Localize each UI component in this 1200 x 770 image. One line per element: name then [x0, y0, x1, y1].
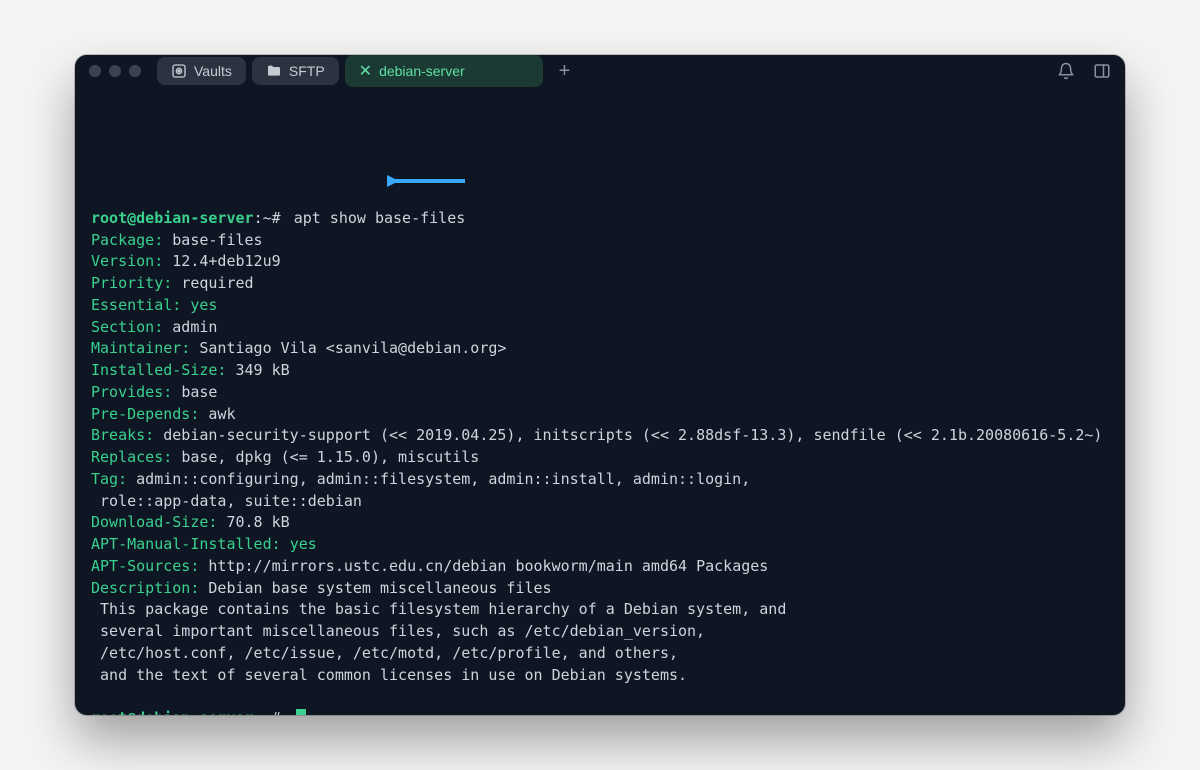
- output-line: Version: 12.4+deb12u9: [91, 251, 1109, 273]
- traffic-light-max[interactable]: [129, 65, 141, 77]
- traffic-light-min[interactable]: [109, 65, 121, 77]
- prompt-line: root@debian-server:~#: [91, 708, 1109, 715]
- tab-label: SFTP: [289, 63, 325, 79]
- tab-label: debian-server: [379, 63, 465, 79]
- command-line: root@debian-server:~# apt show base-file…: [91, 208, 1109, 230]
- add-tab-button[interactable]: +: [549, 56, 581, 87]
- output-line: Essential: yes: [91, 295, 1109, 317]
- cursor: [296, 709, 306, 715]
- vault-icon: [171, 63, 187, 79]
- tab-vaults[interactable]: Vaults: [157, 57, 246, 85]
- output-line: Download-Size: 70.8 kB: [91, 512, 1109, 534]
- terminal-body[interactable]: root@debian-server:~# apt show base-file…: [75, 87, 1125, 715]
- output-line: Breaks: debian-security-support (<< 2019…: [91, 425, 1109, 447]
- window-controls[interactable]: [89, 65, 141, 77]
- bell-icon[interactable]: [1057, 62, 1075, 80]
- prompt-user: root@debian-server: [91, 209, 254, 227]
- close-icon[interactable]: ✕: [359, 61, 372, 81]
- tab-label: Vaults: [194, 63, 232, 79]
- terminal-window: Vaults SFTP ✕ debian-server +: [75, 55, 1125, 715]
- output-line: Installed-Size: 349 kB: [91, 360, 1109, 382]
- blank-line: [91, 686, 1109, 708]
- tab-sftp[interactable]: SFTP: [252, 57, 339, 85]
- output-line: Provides: base: [91, 382, 1109, 404]
- tab-debian-server[interactable]: ✕ debian-server: [345, 55, 543, 87]
- output-line: Package: base-files: [91, 230, 1109, 252]
- output-line: Section: admin: [91, 317, 1109, 339]
- output-line: APT-Manual-Installed: yes: [91, 534, 1109, 556]
- description-line: and the text of several common licenses …: [91, 665, 1109, 687]
- output-line: Priority: required: [91, 273, 1109, 295]
- prompt-path: ~: [263, 709, 272, 715]
- description-line: several important miscellaneous files, s…: [91, 621, 1109, 643]
- output-line: Tag: admin::configuring, admin::filesyst…: [91, 469, 1109, 513]
- output-line: Pre-Depends: awk: [91, 404, 1109, 426]
- prompt-sep: :: [254, 209, 263, 227]
- traffic-light-close[interactable]: [89, 65, 101, 77]
- output-line: Replaces: base, dpkg (<= 1.15.0), miscut…: [91, 447, 1109, 469]
- prompt-user: root@debian-server: [91, 709, 254, 715]
- prompt-symbol: #: [272, 709, 281, 715]
- output-line: APT-Sources: http://mirrors.ustc.edu.cn/…: [91, 556, 1109, 578]
- titlebar: Vaults SFTP ✕ debian-server +: [75, 55, 1125, 87]
- annotation-arrow: [387, 127, 467, 147]
- prompt-sep: :: [254, 709, 263, 715]
- output-line: Maintainer: Santiago Vila <sanvila@debia…: [91, 338, 1109, 360]
- folder-icon: [266, 63, 282, 79]
- description-line: /etc/host.conf, /etc/issue, /etc/motd, /…: [91, 643, 1109, 665]
- prompt-path: ~: [263, 209, 272, 227]
- command-text: apt show base-files: [294, 209, 466, 227]
- description-line: This package contains the basic filesyst…: [91, 599, 1109, 621]
- panel-icon[interactable]: [1093, 62, 1111, 80]
- prompt-symbol: #: [272, 209, 281, 227]
- output-line: Description: Debian base system miscella…: [91, 578, 1109, 600]
